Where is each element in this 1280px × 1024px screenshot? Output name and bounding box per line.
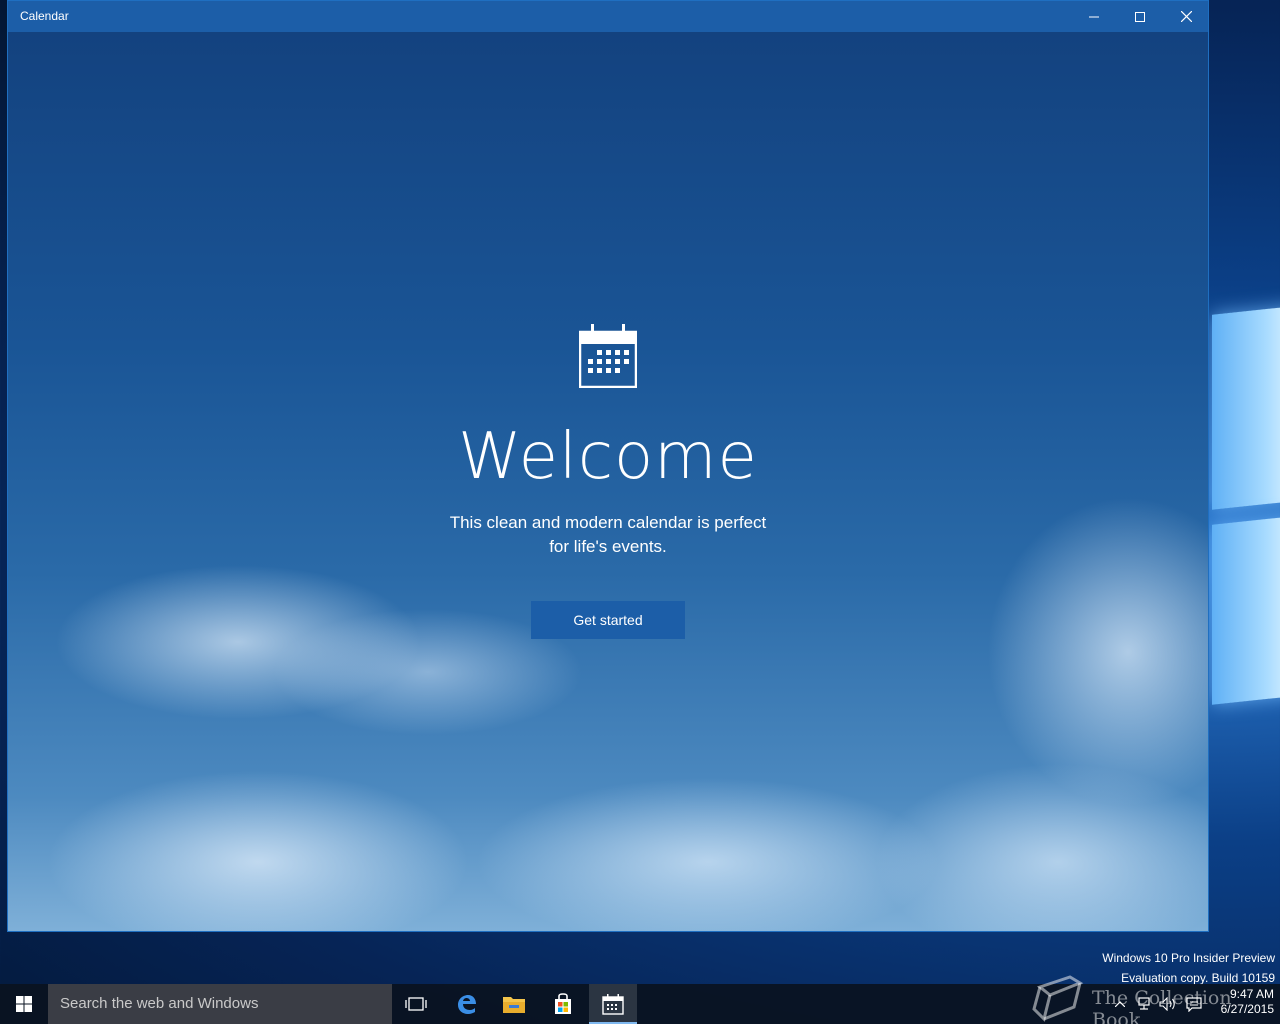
welcome-heading: Welcome [458,420,758,494]
calendar-icon [602,994,624,1015]
get-started-button[interactable]: Get started [531,601,685,639]
maximize-icon [1135,11,1145,22]
collection-book-watermark: The Collection Book [1030,975,1280,1024]
collection-book-text: The Collection Book [1092,987,1232,1024]
edge-taskbar-button[interactable] [442,984,490,1024]
task-view-icon [405,997,427,1011]
calendar-window: Calendar Welcome This clean and modern c… [7,0,1209,932]
file-explorer-taskbar-button[interactable] [490,984,538,1024]
book-icon [1032,975,1084,1022]
file-explorer-icon [503,997,525,1013]
calendar-taskbar-button[interactable] [589,984,637,1024]
store-taskbar-button[interactable] [539,984,587,1024]
store-icon [555,993,571,1014]
task-view-button[interactable] [392,984,440,1024]
start-button[interactable] [0,984,48,1024]
minimize-icon [1089,16,1099,17]
title-bar[interactable]: Calendar [8,1,1208,32]
maximize-button[interactable] [1117,1,1163,32]
welcome-subtitle: This clean and modern calendar is perfec… [449,513,767,556]
calendar-icon [579,324,637,388]
close-icon [1180,11,1192,22]
window-title: Calendar [20,9,69,23]
minimize-button[interactable] [1071,1,1117,32]
edge-icon [458,995,476,1014]
welcome-screen: Welcome This clean and modern calendar i… [8,32,1208,931]
welcome-block: Welcome This clean and modern calendar i… [8,322,1208,639]
watermark-line-1: Windows 10 Pro Insider Preview [1102,951,1275,965]
close-button[interactable] [1163,1,1208,32]
search-input[interactable]: Search the web and Windows [48,984,392,1024]
desktop-windows-logo [1208,280,1280,730]
windows-logo-icon [16,996,32,1012]
